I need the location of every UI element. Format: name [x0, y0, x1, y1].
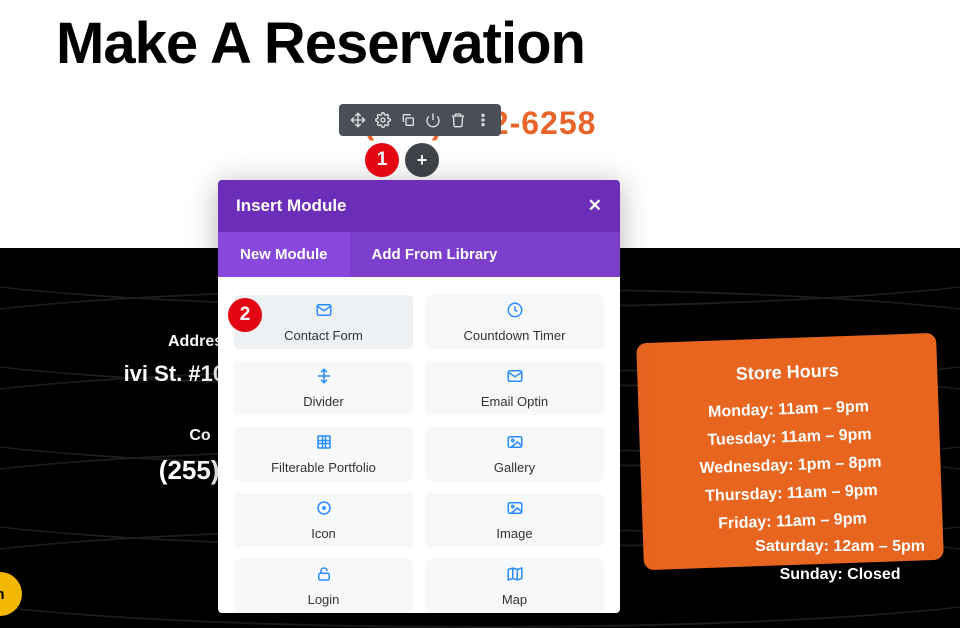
hours-saturday: Saturday: 12am – 5pm: [755, 538, 925, 556]
mail-icon: [506, 367, 524, 390]
page-title: Make A Reservation: [0, 0, 960, 77]
hours-wednesday: Wednesday: 1pm – 8pm: [660, 452, 920, 479]
duplicate-icon[interactable]: [399, 111, 417, 129]
grid-icon: [315, 433, 333, 456]
module-label: Icon: [311, 526, 336, 541]
hours-monday: Monday: 11am – 9pm: [658, 396, 918, 423]
module-card-divider[interactable]: Divider: [234, 361, 413, 415]
module-card-map[interactable]: Map: [425, 559, 604, 613]
module-label: Map: [502, 592, 527, 607]
add-module-button[interactable]: +: [405, 143, 439, 177]
module-card-image[interactable]: Image: [425, 493, 604, 547]
annotation-badge-1: 1: [365, 143, 399, 177]
image-icon: [506, 433, 524, 456]
module-card-countdown-timer[interactable]: Countdown Timer: [425, 295, 604, 349]
module-label: Countdown Timer: [464, 328, 566, 343]
store-hours-card: Store Hours Monday: 11am – 9pm Tuesday: …: [636, 333, 944, 570]
move-icon[interactable]: [349, 111, 367, 129]
module-label: Contact Form: [284, 328, 363, 343]
insert-module-modal: Insert Module ✕ New Module Add From Libr…: [218, 180, 620, 613]
tab-new-module[interactable]: New Module: [218, 232, 350, 277]
module-label: Gallery: [494, 460, 535, 475]
clock-icon: [506, 301, 524, 324]
circle-icon: [315, 499, 333, 522]
hours-tuesday: Tuesday: 11am – 9pm: [659, 424, 919, 451]
module-label: Divider: [303, 394, 343, 409]
module-card-icon[interactable]: Icon: [234, 493, 413, 547]
power-icon[interactable]: [424, 111, 442, 129]
extra-hours: Saturday: 12am – 5pm Sunday: Closed: [755, 538, 925, 594]
module-label: Email Optin: [481, 394, 548, 409]
module-card-login[interactable]: Login: [234, 559, 413, 613]
modal-tabs: New Module Add From Library: [218, 232, 620, 277]
tab-add-from-library[interactable]: Add From Library: [350, 232, 520, 277]
module-label: Filterable Portfolio: [271, 460, 376, 475]
gear-icon[interactable]: [374, 111, 392, 129]
hours-friday: Friday: 11am – 9pm: [662, 508, 922, 535]
modal-header: Insert Module ✕: [218, 180, 620, 232]
module-toolbar: [339, 104, 501, 136]
map-icon: [506, 565, 524, 588]
module-card-contact-form[interactable]: Contact Form: [234, 295, 413, 349]
mail-icon: [315, 301, 333, 324]
trash-icon[interactable]: [449, 111, 467, 129]
module-card-email-optin[interactable]: Email Optin: [425, 361, 604, 415]
close-icon[interactable]: ✕: [588, 196, 602, 216]
modal-title: Insert Module: [236, 196, 347, 216]
module-card-filterable-portfolio[interactable]: Filterable Portfolio: [234, 427, 413, 481]
module-grid: Contact Form Countdown Timer Divider Email …: [218, 277, 620, 613]
lock-icon: [315, 565, 333, 588]
module-card-gallery[interactable]: Gallery: [425, 427, 604, 481]
store-hours-title: Store Hours: [657, 358, 918, 388]
image-icon: [506, 499, 524, 522]
module-label: Image: [496, 526, 532, 541]
module-label: Login: [308, 592, 340, 607]
divider-icon: [315, 367, 333, 390]
more-icon[interactable]: [474, 111, 492, 129]
hours-thursday: Thursday: 11am – 9pm: [661, 480, 921, 507]
annotation-badge-2: 2: [228, 298, 262, 332]
hours-sunday: Sunday: Closed: [755, 566, 925, 584]
